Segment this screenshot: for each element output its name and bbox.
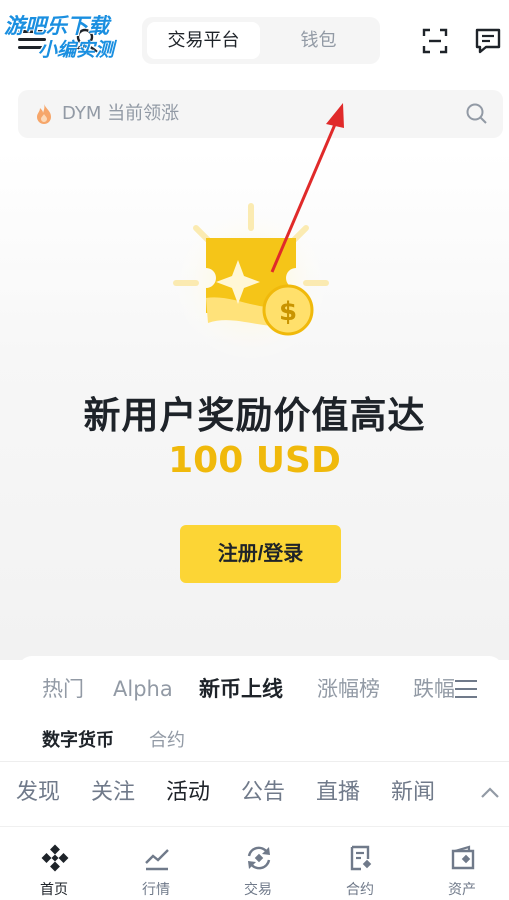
tab-gainers[interactable]: 涨幅榜 <box>317 672 380 706</box>
futures-icon <box>350 845 372 871</box>
feed-tab-events[interactable]: 活动 <box>166 776 210 810</box>
feed-tab-following[interactable]: 关注 <box>91 776 135 810</box>
feed-tab-live[interactable]: 直播 <box>316 776 360 810</box>
promo-title: 新用户奖励价值高达 <box>83 394 426 437</box>
nav-trade[interactable]: 交易 <box>208 827 308 900</box>
chart-icon <box>145 849 169 871</box>
subtab-futures[interactable]: 合约 <box>149 726 185 756</box>
top-bar: 游吧乐下载 小编实测 交易平台 钱包 <box>0 0 509 82</box>
tab-hot[interactable]: 热门 <box>42 672 84 706</box>
nav-trade-label: 交易 <box>244 882 272 898</box>
scan-icon[interactable] <box>421 27 449 55</box>
nav-home-label: 首页 <box>40 882 68 898</box>
search-placeholder: DYM 当前领涨 <box>62 103 180 124</box>
feed-tab-discover[interactable]: 发现 <box>16 776 60 810</box>
reward-ticket-icon: $ <box>171 203 331 363</box>
market-tabs: 热门 Alpha 新币上线 涨幅榜 跌幅 <box>18 672 503 706</box>
nav-futures-label: 合约 <box>346 882 374 898</box>
fire-icon <box>37 104 51 124</box>
nav-futures[interactable]: 合约 <box>310 827 410 900</box>
search-bar[interactable]: DYM 当前领涨 <box>18 90 503 138</box>
tab-losers[interactable]: 跌幅 <box>413 672 455 706</box>
tab-wallet[interactable]: 钱包 <box>262 22 375 59</box>
more-tabs-icon[interactable] <box>455 680 477 698</box>
chevron-up-icon[interactable] <box>480 786 500 800</box>
message-icon[interactable] <box>474 27 502 55</box>
market-panel: 热门 Alpha 新币上线 涨幅榜 跌幅 数字货币 合约 <box>18 656 503 766</box>
register-login-button[interactable]: 注册/登录 <box>180 525 341 583</box>
tab-alpha[interactable]: Alpha <box>113 672 173 706</box>
nav-assets[interactable]: 资产 <box>412 827 509 900</box>
feed-tab-news[interactable]: 新闻 <box>391 776 435 810</box>
trade-icon <box>247 846 271 870</box>
watermark: 游吧乐下载 小编实测 <box>4 14 154 62</box>
wallet-icon <box>451 845 475 870</box>
nav-markets[interactable]: 行情 <box>106 827 206 900</box>
subtab-crypto[interactable]: 数字货币 <box>42 726 114 756</box>
nav-home[interactable]: 首页 <box>4 827 104 900</box>
feed-tabs: 发现 关注 活动 公告 直播 新闻 <box>0 761 509 825</box>
feed-tab-announcements[interactable]: 公告 <box>241 776 285 810</box>
svg-text:$: $ <box>279 297 297 327</box>
nav-markets-label: 行情 <box>142 882 170 898</box>
nav-assets-label: 资产 <box>448 882 476 898</box>
binance-logo-icon <box>41 844 69 872</box>
promo-banner: $ 新用户奖励价值高达 100 USD 注册/登录 <box>0 150 509 660</box>
bottom-nav: 首页 行情 交易 合约 资产 <box>0 826 509 900</box>
watermark-line-1: 游吧乐下载 <box>4 14 109 38</box>
tab-new-listings[interactable]: 新币上线 <box>199 672 283 706</box>
promo-amount: 100 USD <box>168 440 341 481</box>
watermark-line-2: 小编实测 <box>38 39 115 61</box>
platform-switch: 交易平台 钱包 <box>142 17 380 64</box>
search-icon[interactable] <box>465 102 489 126</box>
tab-exchange[interactable]: 交易平台 <box>147 22 260 59</box>
